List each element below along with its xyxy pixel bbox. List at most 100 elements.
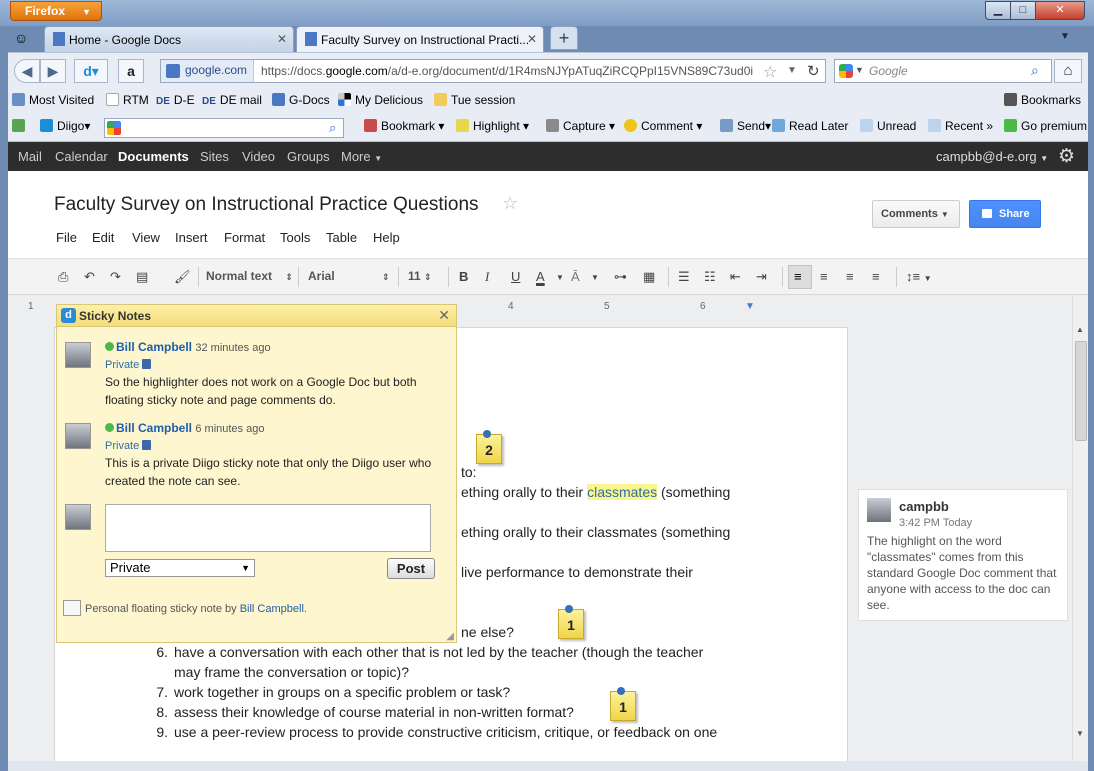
bookmark-de-mail[interactable]: DE DE mail — [202, 93, 262, 107]
underline-icon[interactable]: U — [511, 269, 520, 284]
align-center-icon[interactable]: ≡ — [820, 269, 828, 284]
gbar-groups[interactable]: Groups — [287, 149, 330, 164]
forward-button[interactable]: ▶ — [40, 59, 66, 83]
diigo-read-later-button[interactable]: Read Later — [772, 119, 848, 133]
align-right-icon[interactable]: ≡ — [846, 269, 854, 284]
document-title[interactable]: Faculty Survey on Instructional Practice… — [54, 194, 479, 216]
redo-icon[interactable]: ↷ — [110, 269, 121, 285]
gear-icon[interactable]: ⚙ — [1058, 145, 1075, 168]
close-tab-icon[interactable]: ✕ — [527, 32, 537, 46]
share-button[interactable]: Share — [969, 200, 1041, 228]
decrease-indent-icon[interactable]: ⇤ — [730, 269, 741, 285]
line-spacing-icon[interactable]: ↕≡ ▼ — [906, 269, 932, 284]
justify-icon[interactable]: ≡ — [872, 269, 880, 284]
reload-icon[interactable]: ↻ — [807, 62, 820, 80]
google-icon[interactable] — [107, 121, 121, 135]
diigo-highlight-button[interactable]: Highlight ▾ — [456, 119, 529, 133]
gbar-video[interactable]: Video — [242, 149, 275, 164]
star-icon[interactable]: ☆ — [502, 193, 518, 214]
paragraph-style-select[interactable]: Normal text ⇕ — [206, 269, 293, 283]
highlight-color-icon[interactable]: Ā — [571, 269, 580, 284]
bookmark-my-delicious[interactable]: My Delicious — [338, 93, 423, 107]
menu-tools[interactable]: Tools — [280, 230, 310, 245]
bookmarks-menu[interactable]: Bookmarks — [1004, 93, 1081, 107]
diigo-menu[interactable]: Diigo▾ — [40, 119, 90, 133]
numbered-list-icon[interactable]: ☰ — [678, 269, 690, 285]
trash-icon[interactable] — [142, 440, 152, 450]
doc-comment[interactable]: campbb 3:42 PM Today The highlight on th… — [858, 489, 1068, 621]
history-dropdown-icon[interactable]: ▼ — [787, 65, 797, 76]
search-box[interactable]: ▼ Google ⌕ — [834, 59, 1052, 83]
sticky-notes-panel[interactable]: d Sticky Notes ✕ Bill Campbell 32 minute… — [56, 304, 457, 643]
gbar-mail[interactable]: Mail — [18, 149, 42, 164]
diigo-search-input[interactable]: ⌕ — [104, 118, 344, 138]
comments-button[interactable]: Comments ▼ — [872, 200, 960, 228]
diigo-sidebar-icon[interactable] — [12, 119, 29, 133]
vertical-scrollbar[interactable]: ▲ ▼ — [1072, 295, 1088, 761]
pen-icon[interactable] — [63, 600, 81, 616]
maximize-button[interactable]: □ — [1010, 1, 1036, 20]
diigo-unread-button[interactable]: Unread — [860, 119, 916, 133]
highlighted-word[interactable]: classmates — [587, 484, 658, 500]
note-author[interactable]: Bill Campbell 32 minutes ago — [105, 340, 271, 354]
increase-indent-icon[interactable]: ⇥ — [756, 269, 767, 285]
bold-icon[interactable]: B — [459, 269, 468, 284]
image-icon[interactable]: ▦ — [643, 269, 655, 285]
link-icon[interactable]: ⊶ — [614, 269, 627, 285]
menu-table[interactable]: Table — [326, 230, 357, 245]
gbar-documents[interactable]: Documents — [118, 149, 189, 164]
bookmark-tue-session[interactable]: Tue session — [434, 93, 515, 107]
bookmark-de[interactable]: DE D-E — [156, 93, 195, 107]
menu-format[interactable]: Format — [224, 230, 265, 245]
paint-format-icon[interactable]: 🖌︎ — [174, 269, 191, 285]
menu-view[interactable]: View — [132, 230, 160, 245]
minimize-button[interactable]: ▁ — [985, 1, 1011, 20]
bookmark-rtm[interactable]: RTM — [106, 93, 149, 107]
align-left-button[interactable]: ≡ — [788, 265, 812, 289]
site-identity[interactable]: google.com — [161, 60, 255, 82]
diigo-comment-button[interactable]: Comment ▾ — [624, 119, 702, 133]
resize-handle-icon[interactable]: ◢ — [446, 631, 454, 642]
italic-icon[interactable]: I — [485, 269, 489, 285]
menu-edit[interactable]: Edit — [92, 230, 114, 245]
note-author[interactable]: Bill Campbell 6 minutes ago — [105, 421, 264, 435]
firefox-menu-button[interactable]: Firefox ▼ — [10, 1, 102, 21]
paste-icon[interactable]: ▤ — [136, 269, 148, 285]
chevron-down-icon[interactable]: ▼ — [855, 65, 864, 75]
close-window-button[interactable]: ✕ — [1035, 1, 1085, 20]
gbar-user[interactable]: campbb@d-e.org ▼ — [936, 149, 1048, 164]
menu-help[interactable]: Help — [373, 230, 400, 245]
font-size-select[interactable]: 11 ⇕ — [408, 269, 432, 283]
privacy-select[interactable]: Private ▼ — [105, 559, 255, 577]
text-color-icon[interactable]: A — [536, 269, 545, 284]
gbar-calendar[interactable]: Calendar — [55, 149, 108, 164]
close-tab-icon[interactable]: ✕ — [277, 32, 287, 46]
undo-icon[interactable]: ↶ — [84, 269, 95, 285]
diigo-go-premium-button[interactable]: Go premium — [1004, 119, 1087, 133]
bulleted-list-icon[interactable]: ☷ — [704, 269, 716, 285]
tab-faculty-survey[interactable]: Faculty Survey on Instructional Practi..… — [296, 26, 544, 52]
sticky-pin-icon[interactable]: 1 — [558, 605, 584, 639]
menu-insert[interactable]: Insert — [175, 230, 208, 245]
scroll-up-icon[interactable]: ▲ — [1076, 325, 1084, 334]
google-search-engine-icon[interactable] — [839, 64, 853, 78]
indent-marker-icon[interactable]: ▼ — [745, 301, 755, 312]
scroll-down-icon[interactable]: ▼ — [1076, 729, 1084, 738]
url-bar[interactable]: google.com https://docs.google.com/a/d-e… — [160, 59, 826, 83]
diigo-recent-button[interactable]: Recent » — [928, 119, 993, 133]
print-icon[interactable]: ⎙ — [58, 269, 68, 285]
search-icon[interactable]: ⌕ — [329, 120, 336, 136]
tab-group-icon[interactable]: ☺ — [14, 30, 34, 48]
note-textarea[interactable] — [105, 504, 431, 552]
sticky-notes-header[interactable]: d Sticky Notes ✕ — [57, 305, 456, 327]
search-icon[interactable]: ⌕ — [1031, 62, 1039, 79]
gbar-sites[interactable]: Sites — [200, 149, 229, 164]
footer-author-link[interactable]: Bill Campbell — [240, 603, 304, 615]
menu-file[interactable]: File — [56, 230, 77, 245]
list-all-tabs-icon[interactable]: ▼ — [1060, 31, 1070, 42]
diigo-menu-button[interactable]: d▾ — [74, 59, 108, 83]
chevron-down-icon[interactable]: ▼ — [556, 273, 564, 282]
home-button[interactable]: ⌂ — [1054, 59, 1082, 83]
diigo-send-button[interactable]: Send▾ — [720, 119, 771, 133]
sticky-pin-icon[interactable]: 1 — [610, 687, 636, 721]
